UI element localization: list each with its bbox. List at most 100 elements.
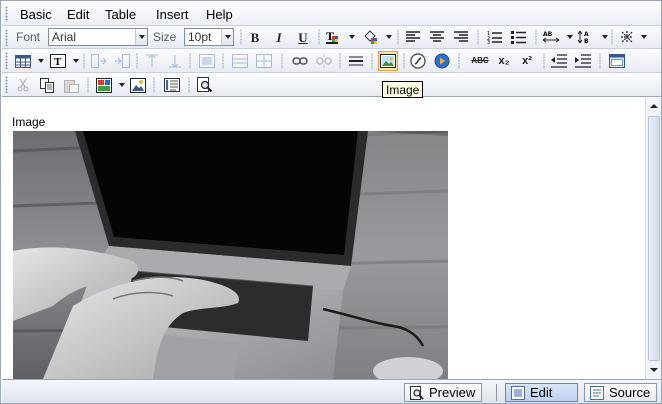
separator <box>543 53 545 69</box>
separator <box>371 53 373 69</box>
align-right-button[interactable] <box>452 28 470 46</box>
separator <box>535 29 537 45</box>
separator <box>318 29 320 45</box>
horizontal-rule-button[interactable] <box>347 52 365 70</box>
letter-spacing-dropdown[interactable] <box>564 29 573 45</box>
scrollbar-thumb[interactable] <box>648 116 660 361</box>
separator <box>496 384 497 401</box>
italic-button[interactable]: I <box>270 28 288 46</box>
line-height-button[interactable]: AB <box>577 28 595 46</box>
svg-text:T: T <box>54 56 62 68</box>
insert-link-button[interactable] <box>291 52 309 70</box>
row-above-icon <box>146 54 158 67</box>
insert-media-button[interactable] <box>433 52 451 70</box>
separator <box>136 53 138 69</box>
highlight-color-dropdown[interactable] <box>383 29 392 45</box>
special-chars-button[interactable] <box>618 28 636 46</box>
bullet-list-button[interactable] <box>509 28 527 46</box>
menu-table[interactable]: Table <box>105 7 136 22</box>
tooltip: Image <box>382 81 424 98</box>
letter-spacing-button[interactable]: AB <box>542 28 560 46</box>
underline-button[interactable]: U <box>294 28 312 46</box>
superscript-icon: x² <box>522 54 532 67</box>
toolbar-grip[interactable] <box>5 29 8 46</box>
laptop-photo[interactable] <box>13 131 448 379</box>
insert-column-right-button[interactable] <box>113 52 131 70</box>
highlight-color-button[interactable] <box>361 28 379 46</box>
cut-button[interactable] <box>14 76 32 94</box>
insert-image-button[interactable] <box>378 51 398 71</box>
insert-table-dropdown[interactable] <box>35 53 44 69</box>
page-properties-button[interactable] <box>163 76 181 94</box>
scissors-icon <box>17 78 29 92</box>
numbered-list-icon: 123 <box>487 31 502 44</box>
align-left-icon <box>406 31 420 42</box>
paste-icon <box>63 79 79 93</box>
preview-label: Preview <box>429 385 476 400</box>
menu-basic[interactable]: Basic <box>20 7 52 22</box>
preview-mode-button[interactable]: Preview <box>404 383 483 402</box>
copy-button[interactable] <box>38 76 56 94</box>
text-box-button[interactable]: T <box>49 52 67 70</box>
insert-flash-button[interactable] <box>409 52 427 70</box>
menu-help[interactable]: Help <box>206 7 233 22</box>
source-mode-button[interactable]: Source <box>584 383 658 402</box>
chevron-down-icon[interactable] <box>135 29 147 45</box>
toolbar-grip[interactable] <box>5 76 8 93</box>
special-chars-dropdown[interactable] <box>638 29 647 45</box>
horizontal-rule-icon <box>349 56 363 66</box>
toolbar-grip[interactable] <box>5 52 8 69</box>
menu-grip[interactable] <box>5 6 8 22</box>
align-center-icon <box>430 31 444 42</box>
text-box-dropdown[interactable] <box>70 53 79 69</box>
insert-column-left-button[interactable] <box>90 52 108 70</box>
font-color-dropdown[interactable] <box>346 29 355 45</box>
fullscreen-button[interactable] <box>608 52 626 70</box>
insert-template-dropdown[interactable] <box>116 77 125 93</box>
align-left-button[interactable] <box>404 28 422 46</box>
remove-link-button[interactable] <box>315 52 333 70</box>
insert-row-below-button[interactable] <box>166 52 184 70</box>
cell-properties-button[interactable] <box>198 52 216 70</box>
subscript-button[interactable]: x₂ <box>495 52 513 70</box>
menu-insert[interactable]: Insert <box>156 7 189 22</box>
insert-table-button[interactable] <box>14 52 32 70</box>
indent-button[interactable] <box>574 52 592 70</box>
numbered-list-button[interactable]: 123 <box>485 28 503 46</box>
superscript-button[interactable]: x² <box>518 52 536 70</box>
separator <box>339 53 341 69</box>
chevron-down-icon[interactable] <box>221 29 233 45</box>
separator <box>281 53 283 69</box>
bullet-list-icon <box>510 31 526 44</box>
print-preview-button[interactable] <box>196 76 214 94</box>
size-select[interactable]: 10pt <box>184 28 234 46</box>
edit-mode-button[interactable]: Edit <box>505 383 578 402</box>
strikethrough-button[interactable]: ABC <box>468 52 492 70</box>
insert-template-button[interactable] <box>95 76 113 94</box>
image-gallery-button[interactable] <box>129 76 147 94</box>
template-icon <box>96 77 112 93</box>
bold-button[interactable]: B <box>246 28 264 46</box>
outdent-button[interactable] <box>550 52 568 70</box>
line-height-dropdown[interactable] <box>599 29 608 45</box>
merge-cells-button[interactable] <box>231 52 249 70</box>
split-cells-button[interactable] <box>255 52 273 70</box>
vertical-scrollbar[interactable] <box>645 98 661 379</box>
outdent-icon <box>551 54 567 68</box>
insert-row-above-button[interactable] <box>143 52 161 70</box>
scroll-up-button[interactable] <box>647 99 661 113</box>
italic-icon: I <box>276 29 282 45</box>
scroll-down-button[interactable] <box>647 363 661 377</box>
separator <box>397 29 399 45</box>
document-properties-icon <box>164 78 180 92</box>
row-below-icon <box>169 55 181 68</box>
paste-button[interactable] <box>62 76 80 94</box>
font-select[interactable]: Arial <box>48 28 148 46</box>
menu-edit[interactable]: Edit <box>67 7 89 22</box>
align-right-icon <box>454 31 468 42</box>
font-color-button[interactable]: T <box>324 28 342 46</box>
align-center-button[interactable] <box>428 28 446 46</box>
special-chars-icon <box>621 31 633 43</box>
indent-icon <box>575 54 591 68</box>
editor-content-area[interactable]: Image <box>2 98 645 379</box>
